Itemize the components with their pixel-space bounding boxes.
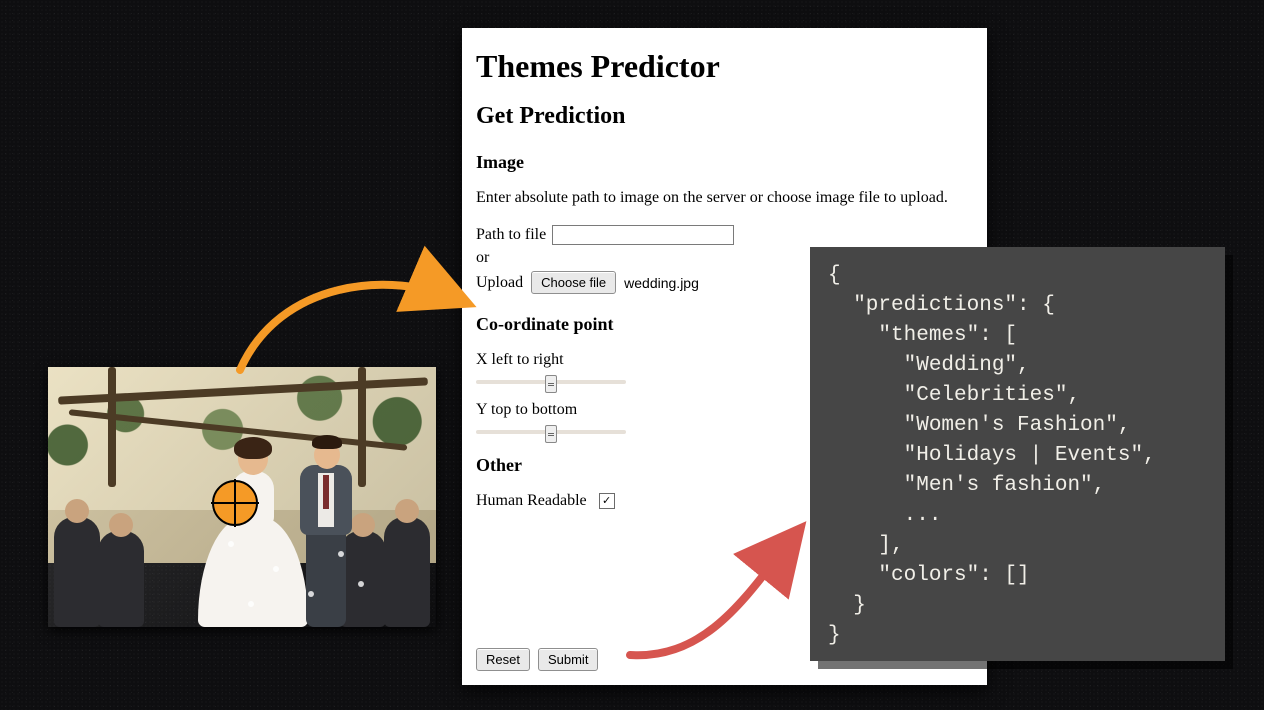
upload-label: Upload: [476, 274, 523, 292]
wedding-photo: [48, 367, 436, 627]
or-label: or: [476, 249, 489, 267]
human-readable-label: Human Readable: [476, 492, 587, 510]
choose-file-button[interactable]: Choose file: [531, 271, 616, 294]
json-output-panel: { "predictions": { "themes": [ "Wedding"…: [810, 247, 1225, 661]
diagram-stage: Themes Predictor Get Prediction Image En…: [0, 0, 1264, 710]
reset-button[interactable]: Reset: [476, 648, 530, 671]
x-slider[interactable]: [476, 373, 626, 391]
human-readable-checkbox[interactable]: [599, 493, 615, 509]
chosen-file-name: wedding.jpg: [624, 275, 699, 291]
image-heading: Image: [476, 152, 973, 173]
submit-button[interactable]: Submit: [538, 648, 598, 671]
input-image-thumbnail: [48, 367, 436, 627]
y-slider[interactable]: [476, 423, 626, 441]
section-subtitle: Get Prediction: [476, 103, 973, 130]
page-title: Themes Predictor: [476, 48, 973, 85]
path-input[interactable]: [552, 225, 734, 245]
image-help-text: Enter absolute path to image on the serv…: [476, 189, 973, 207]
path-label: Path to file: [476, 226, 546, 244]
